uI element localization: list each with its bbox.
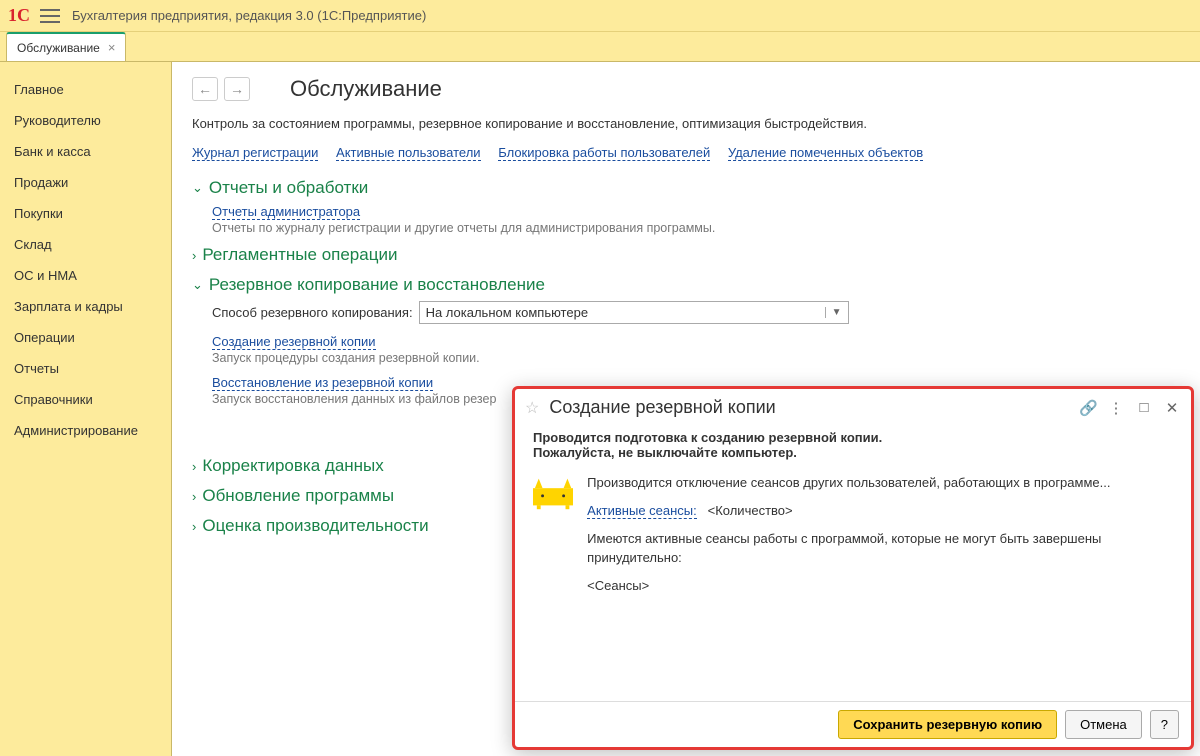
link-icon[interactable]: 🔗: [1079, 399, 1097, 417]
sidebar-item-main[interactable]: Главное: [0, 74, 171, 105]
link-create-backup[interactable]: Создание резервной копии: [212, 334, 376, 350]
sidebar-item-bank[interactable]: Банк и касса: [0, 136, 171, 167]
titlebar: 1C Бухгалтерия предприятия, редакция 3.0…: [0, 0, 1200, 32]
sidebar-item-warehouse[interactable]: Склад: [0, 229, 171, 260]
sidebar-item-assets[interactable]: ОС и НМА: [0, 260, 171, 291]
logo-1c: 1C: [8, 5, 30, 26]
dialog-active-sessions-text: Имеются активные сеансы работы с програм…: [587, 530, 1173, 566]
app-title: Бухгалтерия предприятия, редакция 3.0 (1…: [72, 8, 426, 23]
create-backup-desc: Запуск процедуры создания резервной копи…: [212, 351, 1180, 365]
link-active-users[interactable]: Активные пользователи: [336, 145, 481, 161]
top-links: Журнал регистрации Активные пользователи…: [192, 145, 1180, 160]
link-admin-reports[interactable]: Отчеты администратора: [212, 204, 360, 220]
sidebar-item-salary[interactable]: Зарплата и кадры: [0, 291, 171, 322]
sidebar: Главное Руководителю Банк и касса Продаж…: [0, 62, 172, 756]
chevron-right-icon: ›: [192, 489, 196, 504]
dialog-sessions-placeholder: <Сеансы>: [587, 577, 1173, 595]
dropdown-icon[interactable]: ▼: [825, 307, 842, 318]
maximize-icon[interactable]: □: [1135, 399, 1153, 416]
reports-desc: Отчеты по журналу регистрации и другие о…: [212, 221, 1180, 235]
dialog-disconnect-text: Производится отключение сеансов других п…: [587, 474, 1173, 492]
help-button[interactable]: ?: [1150, 710, 1179, 739]
save-backup-button[interactable]: Сохранить резервную копию: [838, 710, 1057, 739]
tab-label: Обслуживание: [17, 41, 100, 55]
sidebar-item-directories[interactable]: Справочники: [0, 384, 171, 415]
tab-close-icon[interactable]: ×: [108, 40, 116, 55]
backup-dialog: ☆ Создание резервной копии 🔗 ⋮ □ ✕ Прово…: [512, 386, 1194, 750]
sidebar-item-operations[interactable]: Операции: [0, 322, 171, 353]
section-routine[interactable]: › Регламентные операции: [192, 245, 1180, 265]
sessions-count: <Количество>: [708, 503, 793, 518]
page-title: Обслуживание: [290, 76, 442, 102]
more-icon[interactable]: ⋮: [1107, 399, 1125, 417]
backup-method-select[interactable]: На локальном компьютере ▼: [419, 301, 849, 324]
section-backup[interactable]: ⌄ Резервное копирование и восстановление: [192, 275, 1180, 295]
close-icon[interactable]: ✕: [1163, 399, 1181, 417]
tab-maintenance[interactable]: Обслуживание ×: [6, 32, 126, 61]
chevron-down-icon: ⌄: [192, 277, 203, 293]
active-sessions-link[interactable]: Активные сеансы:: [587, 503, 697, 519]
page-description: Контроль за состоянием программы, резерв…: [192, 116, 1180, 131]
nav-forward-button[interactable]: →: [224, 77, 250, 101]
chevron-down-icon: ⌄: [192, 180, 203, 196]
sidebar-item-admin[interactable]: Администрирование: [0, 415, 171, 446]
link-restore-backup[interactable]: Восстановление из резервной копии: [212, 375, 433, 391]
chevron-right-icon: ›: [192, 519, 196, 534]
chevron-right-icon: ›: [192, 459, 196, 474]
sidebar-item-manager[interactable]: Руководителю: [0, 105, 171, 136]
cat-icon: [533, 474, 573, 510]
link-block-users[interactable]: Блокировка работы пользователей: [498, 145, 710, 161]
backup-method-label: Способ резервного копирования:: [212, 305, 413, 320]
dialog-title: Создание резервной копии: [549, 397, 1069, 418]
link-delete-marked[interactable]: Удаление помеченных объектов: [728, 145, 923, 161]
cancel-button[interactable]: Отмена: [1065, 710, 1142, 739]
nav-back-button[interactable]: ←: [192, 77, 218, 101]
tabbar: Обслуживание ×: [0, 32, 1200, 62]
hamburger-icon[interactable]: [40, 9, 60, 23]
sidebar-item-reports[interactable]: Отчеты: [0, 353, 171, 384]
sidebar-item-sales[interactable]: Продажи: [0, 167, 171, 198]
chevron-right-icon: ›: [192, 248, 196, 263]
sidebar-item-purchases[interactable]: Покупки: [0, 198, 171, 229]
star-icon[interactable]: ☆: [525, 398, 539, 418]
link-registration-log[interactable]: Журнал регистрации: [192, 145, 318, 161]
section-reports[interactable]: ⌄ Отчеты и обработки: [192, 178, 1180, 198]
dialog-warning: Проводится подготовка к созданию резервн…: [533, 430, 1173, 460]
